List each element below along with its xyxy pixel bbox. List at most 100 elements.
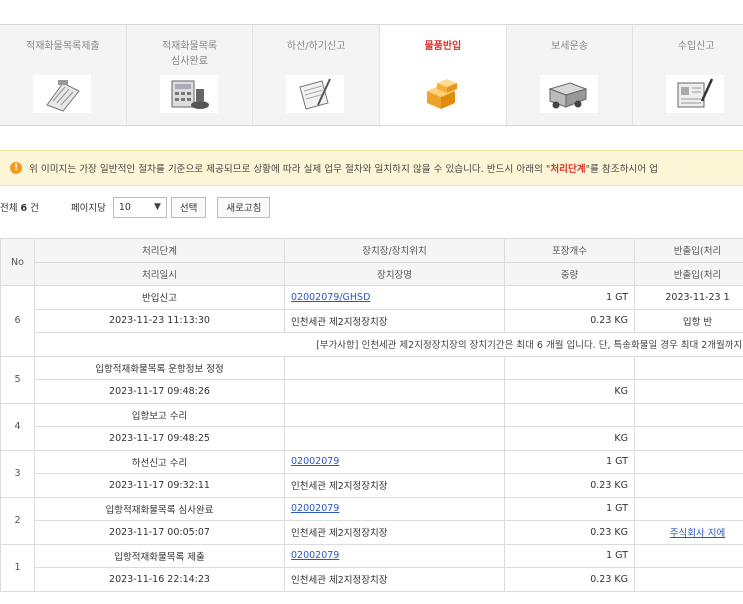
location-link[interactable]: 02002079	[291, 503, 339, 514]
inout-detail-cell[interactable]: 주식회사 지에	[634, 520, 743, 545]
table-row: 3 하선신고 수리 02002079 1 GT	[0, 449, 743, 498]
table-row: 2023-11-17 09:48:26 KG	[1, 379, 743, 404]
packages-cell: 1 GT	[504, 496, 635, 521]
refresh-button[interactable]: 새로고침	[217, 196, 271, 218]
packages-cell	[504, 355, 635, 380]
list-toolbar: 전체 6 건 페이지당 10 ▼ 선택 새로고침	[0, 195, 743, 219]
inout-cell	[634, 543, 743, 568]
location-name-cell: 인천세관 제2지정장치장	[284, 308, 505, 333]
notice-highlight: 처리단계	[550, 164, 586, 175]
col-location: 장치장/장치위치	[284, 238, 505, 263]
table-row: 6 반입신고 02002079/GHSD 1 GT 2023-11-23 1	[0, 285, 743, 357]
table-row: 2023-11-16 22:14:23 인천세관 제2지정장치장 0.23 KG	[1, 567, 743, 592]
step-tab-5[interactable]: 보세운송	[506, 25, 634, 125]
boxes-icon	[413, 75, 472, 113]
stage-cell: 입항적재화물목록 운항정보 정정	[34, 355, 285, 380]
process-steps: 적재화물목록제출 적재화물목록 심사완료 하선/하기신고 물품반입 보세운송 수입신고	[0, 24, 743, 126]
location-link[interactable]: 02002079/GHSD	[291, 292, 370, 303]
progress-table: No 처리단계 장치장/장치위치 포장개수 반출입(처리 처리일시 장치장명 중…	[0, 238, 743, 592]
chevron-down-icon: ▼	[153, 202, 161, 212]
table-row: 2023-11-17 09:48:25 KG	[1, 426, 743, 451]
location-link[interactable]: 주식회사 지에	[670, 528, 725, 539]
packages-cell: 1 GT	[504, 285, 635, 310]
weight-cell: KG	[504, 379, 635, 404]
table-row: 5 입항적재화물목록 운항정보 정정	[0, 355, 743, 404]
weight-cell: 0.23 KG	[504, 567, 635, 592]
table-row: 2 입항적재화물목록 심사완료 02002079 1 GT	[0, 496, 743, 545]
stage-cell: 입항적재화물목록 심사완료	[34, 496, 285, 521]
location-link[interactable]: 02002079	[291, 456, 339, 467]
inout-detail-cell	[634, 473, 743, 498]
row-number: 2	[0, 496, 35, 545]
datetime-cell: 2023-11-17 09:32:11	[34, 473, 285, 498]
location-code-cell	[284, 355, 505, 380]
location-code-cell[interactable]: 02002079	[284, 496, 505, 521]
location-code-cell[interactable]: 02002079	[284, 543, 505, 568]
step-label: 물품반입	[424, 41, 462, 52]
table-row: 2023-11-17 00:05:07 인천세관 제2지정장치장 0.23 KG 주식…	[1, 520, 743, 545]
stage-cell: 반입신고	[34, 285, 285, 310]
stage-cell: 하선신고 수리	[34, 449, 285, 474]
inout-cell	[634, 496, 743, 521]
inout-cell	[634, 449, 743, 474]
col-weight: 중량	[504, 261, 635, 286]
inout-detail-cell	[634, 379, 743, 404]
warning-icon: !	[10, 162, 22, 174]
row-number: 4	[0, 402, 35, 451]
packages-cell: 1 GT	[504, 543, 635, 568]
table-row-extra: [부가사항] 인천세관 제2지정장치장의 장치기간은 최대 6 개월 입니다. …	[1, 332, 743, 357]
col-inout-2: 반출입(처리	[634, 261, 743, 286]
step-tab-2[interactable]: 적재화물목록 심사완료	[126, 25, 254, 125]
location-code-cell[interactable]: 02002079	[284, 449, 505, 474]
location-name-cell: 인천세관 제2지정장치장	[284, 567, 505, 592]
step-label: 하선/하기신고	[286, 41, 346, 52]
row-number: 3	[0, 449, 35, 498]
step-tab-4[interactable]: 물품반입	[380, 25, 507, 125]
form-pen-icon	[666, 75, 725, 113]
inout-detail-cell: 입항 반	[634, 308, 743, 333]
table-row: 2023-11-17 09:32:11 인천세관 제2지정장치장 0.23 KG	[1, 473, 743, 498]
datetime-cell: 2023-11-17 00:05:07	[34, 520, 285, 545]
weight-cell: 0.23 KG	[504, 520, 635, 545]
step-label: 적재화물목록제출	[26, 41, 100, 52]
packages-cell: 1 GT	[504, 449, 635, 474]
location-link[interactable]: 02002079	[291, 550, 339, 561]
col-packages: 포장개수	[504, 238, 635, 263]
inout-cell: 2023-11-23 1	[634, 285, 743, 310]
datetime-cell: 2023-11-23 11:13:30	[34, 308, 285, 333]
step-tab-6[interactable]: 수입신고	[633, 25, 743, 125]
inout-cell	[634, 355, 743, 380]
row-number: 5	[0, 355, 35, 404]
select-button[interactable]: 선택	[170, 196, 207, 218]
location-code-cell	[284, 402, 505, 427]
table-row: 4 입항보고 수리	[0, 402, 743, 451]
step-tab-3[interactable]: 하선/하기신고	[253, 25, 381, 125]
inout-detail-cell	[634, 567, 743, 592]
stage-cell: 입항보고 수리	[34, 402, 285, 427]
stage-cell: 입항적재화물목록 제출	[34, 543, 285, 568]
total-count: 전체 6 건	[0, 203, 39, 214]
col-stage: 처리단계	[34, 238, 285, 263]
extra-note-cell: [부가사항] 인천세관 제2지정장치장의 장치기간은 최대 6 개월 입니다. …	[34, 332, 743, 357]
packages-cell	[504, 402, 635, 427]
weight-cell: KG	[504, 426, 635, 451]
step-label: 수입신고	[677, 41, 715, 52]
inout-cell	[634, 402, 743, 427]
location-code-cell[interactable]: 02002079/GHSD	[284, 285, 505, 310]
row-number: 1	[0, 543, 35, 592]
table-row: 1 입항적재화물목록 제출 02002079 1 GT	[0, 543, 743, 592]
weight-cell: 0.23 KG	[504, 308, 635, 333]
step-label: 적재화물목록 심사완료	[161, 41, 218, 67]
location-name-cell	[284, 426, 505, 451]
col-inout: 반출입(처리	[634, 238, 743, 263]
per-page-select[interactable]: 10 ▼	[112, 196, 167, 218]
step-tab-1[interactable]: 적재화물목록제출	[0, 25, 127, 125]
datetime-cell: 2023-11-16 22:14:23	[34, 567, 285, 592]
calculator-stamp-icon	[159, 75, 218, 113]
step-label: 보세운송	[551, 41, 588, 52]
location-name-cell	[284, 379, 505, 404]
notice-banner: ! 위 이미지는 가장 일반적인 절차를 기준으로 제공되므로 상황에 따라 실…	[0, 150, 743, 186]
location-name-cell: 인천세관 제2지정장치장	[284, 473, 505, 498]
inout-detail-cell	[634, 426, 743, 451]
clipboard-icon	[33, 75, 91, 113]
